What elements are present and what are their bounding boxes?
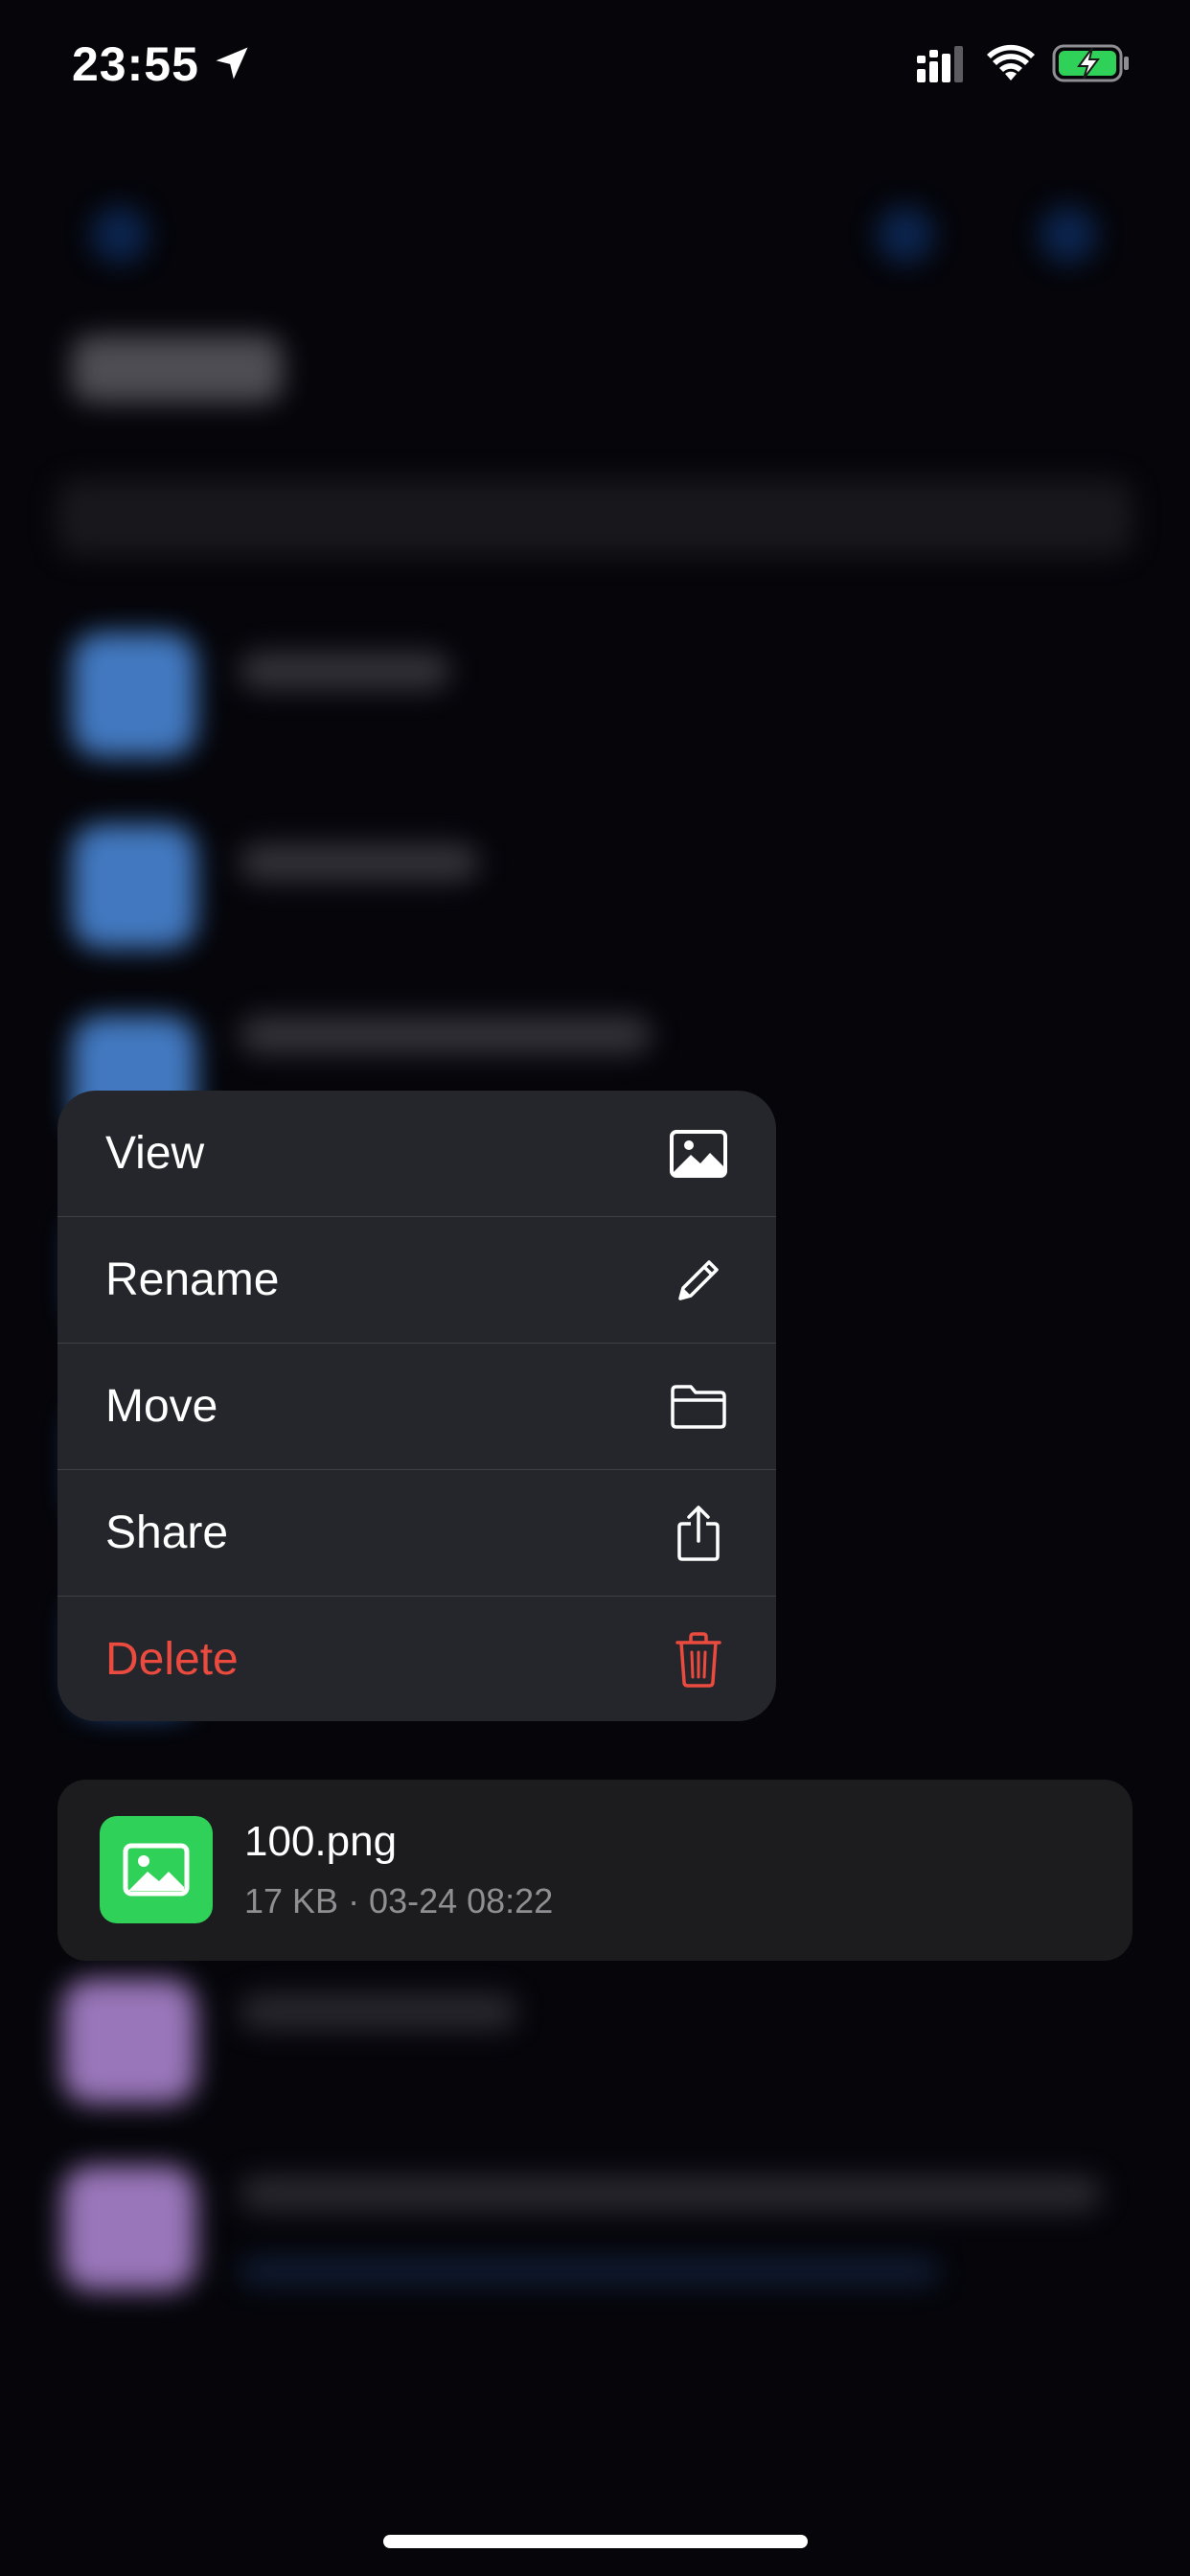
menu-item-label: Delete (105, 1634, 239, 1685)
blurred-folder-icon (72, 632, 196, 757)
blurred-search-field (57, 479, 1133, 556)
photo-icon (669, 1124, 728, 1184)
trash-icon (669, 1630, 728, 1690)
menu-item-label: View (105, 1128, 205, 1179)
wifi-icon (987, 44, 1035, 80)
cellular-signal-icon (917, 46, 963, 82)
menu-item-delete[interactable]: Delete (57, 1597, 776, 1721)
selected-file-card[interactable]: 100.png 17 KB · 03-24 08:22 (57, 1780, 1133, 1961)
image-icon (100, 1816, 213, 1923)
menu-item-label: Move (105, 1381, 218, 1432)
file-name: 100.png (244, 1818, 398, 1865)
blurred-row-text (240, 2175, 1102, 2212)
blurred-row-text (240, 843, 479, 882)
menu-item-label: Rename (105, 1254, 280, 1305)
pencil-icon (669, 1251, 728, 1310)
location-arrow-icon (216, 47, 248, 80)
menu-item-rename[interactable]: Rename (57, 1217, 776, 1343)
file-meta: 17 KB · 03-24 08:22 (244, 1881, 554, 1920)
home-indicator[interactable] (383, 2535, 808, 2548)
menu-item-view[interactable]: View (57, 1091, 776, 1216)
menu-item-label: Share (105, 1507, 229, 1558)
blurred-page-title (72, 335, 283, 402)
blurred-row-text (240, 1993, 517, 2030)
menu-item-move[interactable]: Move (57, 1344, 776, 1469)
blurred-row-text (240, 1016, 652, 1054)
blurred-toolbar-button (877, 206, 934, 264)
share-icon (669, 1504, 728, 1563)
blurred-toolbar-button (1040, 206, 1097, 264)
blurred-file-icon (62, 2166, 196, 2290)
menu-item-share[interactable]: Share (57, 1470, 776, 1596)
blurred-folder-icon (72, 824, 196, 949)
battery-charging-icon (1052, 44, 1129, 82)
folder-icon (669, 1377, 728, 1437)
blurred-back-button (91, 206, 149, 264)
status-time: 23:55 (72, 37, 199, 91)
blurred-row-text (240, 652, 450, 690)
status-bar: 23:55 (0, 0, 1190, 134)
context-menu: View Rename Move Share Delete (57, 1091, 776, 1721)
blurred-row-subtext (240, 2257, 939, 2286)
blurred-file-icon (62, 1979, 196, 2104)
